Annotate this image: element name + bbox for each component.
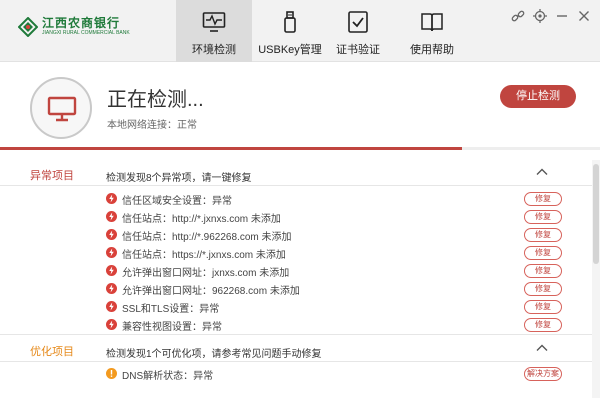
result-list: 异常项目 检测发现8个异常项，请一键修复 信任区域安全设置：异常 修复 信任站点… [0, 160, 592, 398]
optimize-section-title: 优化项目 [30, 346, 74, 358]
scrollbar-thumb[interactable] [593, 164, 599, 264]
abnormal-item: 信任站点：http://*.962268.com 未添加 修复 [106, 225, 566, 243]
tab-label: 使用帮助 [410, 44, 454, 56]
minimize-icon[interactable] [554, 8, 570, 24]
fix-button[interactable]: 修复 [524, 210, 562, 224]
item-text: DNS解析状态：异常 [122, 371, 214, 382]
warning-bolt-icon [106, 301, 117, 312]
top-bar: 江西农商银行 JIANGXI RURAL COMMERCIAL BANK 环境检… [0, 0, 600, 62]
tab-help[interactable]: 使用帮助 [394, 0, 470, 62]
abnormal-item: 信任区域安全设置：异常 修复 [106, 189, 566, 207]
certificate-check-icon [346, 10, 370, 34]
abnormal-section: 异常项目 检测发现8个异常项，请一键修复 信任区域安全设置：异常 修复 信任站点… [0, 160, 592, 333]
fix-button[interactable]: 修复 [524, 228, 562, 242]
optimize-section-desc: 检测发现1个可优化项，请参考常见问题手动修复 [106, 349, 322, 360]
progress-fill [0, 147, 462, 150]
tab-label: USBKey管理 [258, 44, 322, 56]
stop-detection-button[interactable]: 停止检测 [500, 85, 576, 108]
warning-bolt-icon [106, 319, 117, 330]
item-text: 信任站点：http://*.jxnxs.com 未添加 [122, 214, 281, 225]
abnormal-section-desc: 检测发现8个异常项，请一键修复 [106, 173, 252, 184]
logo-english-name: JIANGXI RURAL COMMERCIAL BANK [42, 30, 130, 36]
tab-certificate-verify[interactable]: 证书验证 [320, 0, 396, 62]
bank-logo-icon [17, 16, 39, 37]
item-text: SSL和TLS设置：异常 [122, 304, 220, 315]
tab-label: 环境检测 [192, 44, 236, 56]
divider [0, 361, 592, 362]
warning-bolt-icon [106, 247, 117, 258]
monitor-pulse-icon [202, 10, 226, 34]
optimize-item: DNS解析状态：异常 解决方案 [106, 364, 566, 382]
optimize-section: 优化项目 检测发现1个可优化项，请参考常见问题手动修复 DNS解析状态：异常 解… [0, 336, 592, 396]
fix-button[interactable]: 修复 [524, 192, 562, 206]
fix-button[interactable]: 修复 [524, 246, 562, 260]
divider [0, 185, 592, 186]
abnormal-item: 信任站点：http://*.jxnxs.com 未添加 修复 [106, 207, 566, 225]
abnormal-item: SSL和TLS设置：异常 修复 [106, 297, 566, 315]
bank-logo: 江西农商银行 JIANGXI RURAL COMMERCIAL BANK [17, 16, 130, 37]
item-text: 兼容性视图设置：异常 [122, 322, 222, 333]
fix-button[interactable]: 修复 [524, 300, 562, 314]
abnormal-section-title: 异常项目 [30, 170, 74, 182]
close-icon[interactable] [576, 8, 592, 24]
warning-bolt-icon [106, 229, 117, 240]
item-text: 允许弹出窗口网址：jxnxs.com 未添加 [122, 268, 290, 279]
settings-icon[interactable] [532, 8, 548, 24]
vertical-scrollbar[interactable] [592, 160, 600, 398]
solution-button[interactable]: 解决方案 [524, 367, 562, 381]
monitor-icon [30, 77, 92, 139]
optimize-section-header: 优化项目 检测发现1个可优化项，请参考常见问题手动修复 [0, 336, 592, 361]
item-text: 信任站点：https://*.jxnxs.com 未添加 [122, 250, 286, 261]
warning-bolt-icon [106, 211, 117, 222]
detection-progress-bar [0, 147, 600, 150]
warning-bolt-icon [106, 193, 117, 204]
status-title: 正在检测... [107, 89, 204, 111]
chevron-up-icon[interactable] [535, 165, 549, 179]
network-status-text: 本地网络连接：正常 [107, 120, 197, 131]
fix-button[interactable]: 修复 [524, 282, 562, 296]
section-divider [0, 334, 592, 335]
logo-chinese-name: 江西农商银行 [42, 16, 121, 30]
info-alert-icon [106, 368, 117, 379]
usb-key-icon [278, 10, 302, 34]
abnormal-item: 允许弹出窗口网址：jxnxs.com 未添加 修复 [106, 261, 566, 279]
link-icon[interactable] [510, 8, 526, 24]
fix-button[interactable]: 修复 [524, 264, 562, 278]
abnormal-item: 信任站点：https://*.jxnxs.com 未添加 修复 [106, 243, 566, 261]
abnormal-item: 允许弹出窗口网址：962268.com 未添加 修复 [106, 279, 566, 297]
abnormal-item: 兼容性视图设置：异常 修复 [106, 315, 566, 333]
book-icon [420, 10, 444, 34]
tab-usbkey-manage[interactable]: USBKey管理 [252, 0, 328, 62]
warning-bolt-icon [106, 265, 117, 276]
item-text: 允许弹出窗口网址：962268.com 未添加 [122, 286, 300, 297]
tab-environment-check[interactable]: 环境检测 [176, 0, 252, 62]
abnormal-section-header: 异常项目 检测发现8个异常项，请一键修复 [0, 160, 592, 185]
chevron-up-icon[interactable] [535, 341, 549, 355]
fix-button[interactable]: 修复 [524, 318, 562, 332]
item-text: 信任站点：http://*.962268.com 未添加 [122, 232, 292, 243]
tab-label: 证书验证 [336, 44, 380, 56]
item-text: 信任区域安全设置：异常 [122, 196, 232, 207]
detection-status-panel: 正在检测... 本地网络连接：正常 停止检测 [0, 63, 600, 157]
warning-bolt-icon [106, 283, 117, 294]
